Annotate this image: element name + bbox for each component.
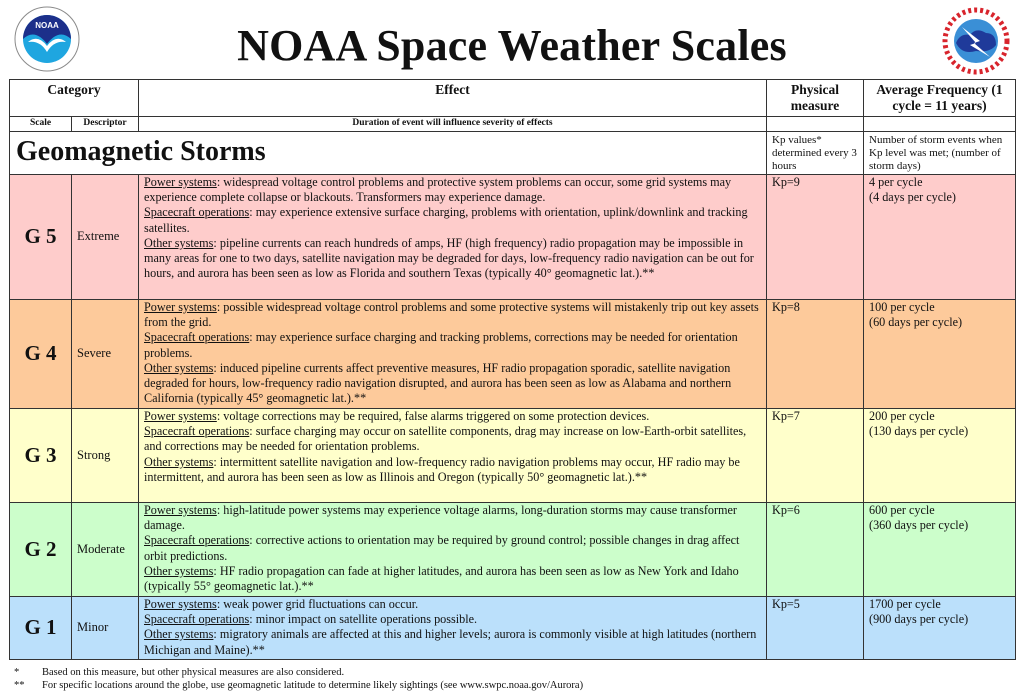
subheader-effect-note: Duration of event will influence severit… xyxy=(138,116,768,132)
footnote-mark: ** xyxy=(14,679,25,691)
table-row-g3: G 3 Strong Power systems: voltage correc… xyxy=(9,408,1017,503)
subheader-row: Scale Descriptor Duration of event will … xyxy=(9,116,1017,132)
effect-text-other: : intermittent satellite navigation and … xyxy=(144,454,740,484)
scale-label: G 2 xyxy=(9,502,72,597)
effect-label-power: Power systems xyxy=(144,300,217,314)
effect-label-other: Other systems xyxy=(144,627,214,642)
effect-text-other: : HF radio propagation can fade at highe… xyxy=(144,563,739,594)
effect-text-other: : pipeline currents can reach hundreds o… xyxy=(144,235,754,281)
footnotes: * Based on this measure, but other physi… xyxy=(14,667,583,692)
frequency-cell: 100 per cycle (60 days per cycle) xyxy=(863,299,1017,409)
effect-label-other: Other systems xyxy=(144,563,214,578)
descriptor-label: Strong xyxy=(70,408,140,503)
subheader-scale: Scale xyxy=(9,116,72,132)
effect-text-power: : weak power grid fluctuations can occur… xyxy=(216,597,419,611)
effect-label-power: Power systems xyxy=(144,503,217,517)
effect-label-spacecraft: Spacecraft operations xyxy=(144,533,250,548)
frequency-cell: 200 per cycle (130 days per cycle) xyxy=(863,408,1017,503)
effect-text-other: : migratory animals are affected at this… xyxy=(144,627,757,657)
effect-label-spacecraft: Spacecraft operations xyxy=(144,205,250,220)
frequency-cell: 1700 per cycle (900 days per cycle) xyxy=(863,596,1017,660)
page-title: NOAA Space Weather Scales xyxy=(237,21,787,70)
descriptor-label: Minor xyxy=(70,596,140,660)
table-row-g4: G 4 Severe Power systems: possible wides… xyxy=(9,299,1017,409)
national-weather-service-logo xyxy=(940,5,1012,77)
footnote-text: Based on this measure, but other physica… xyxy=(42,667,345,678)
section-physical-note: Kp values* determined every 3 hours xyxy=(766,131,865,175)
scales-table: Category Effect Physical measure Average… xyxy=(8,79,1017,660)
effect-cell: Power systems: high-latitude power syste… xyxy=(138,502,768,597)
effect-text-other: : induced pipeline currents affect preve… xyxy=(144,360,732,406)
physical-measure-value: Kp=6 xyxy=(766,502,865,597)
footnote-mark: * xyxy=(14,667,20,678)
physical-measure-value: Kp=9 xyxy=(766,174,865,300)
effect-cell: Power systems: widespread voltage contro… xyxy=(138,174,768,300)
subheader-frequency-empty xyxy=(863,116,1017,132)
descriptor-label: Severe xyxy=(70,299,140,409)
effect-cell: Power systems: voltage corrections may b… xyxy=(138,408,768,503)
effect-text-spacecraft: : minor impact on satellite operations p… xyxy=(249,612,478,627)
effect-label-spacecraft: Spacecraft operations xyxy=(144,330,250,345)
footnote: * Based on this measure, but other physi… xyxy=(14,667,583,680)
effect-label-other: Other systems xyxy=(144,360,214,375)
header-row: Category Effect Physical measure Average… xyxy=(8,79,1017,117)
effect-label-power: Power systems xyxy=(144,597,217,611)
frequency-days: (130 days per cycle) xyxy=(869,424,969,439)
descriptor-label: Moderate xyxy=(70,502,140,597)
effect-label-spacecraft: Spacecraft operations xyxy=(144,612,250,627)
frequency-days: (360 days per cycle) xyxy=(869,518,969,533)
footnote-text: For specific locations around the globe,… xyxy=(42,679,584,691)
frequency-days: (4 days per cycle) xyxy=(869,190,956,205)
frequency-cell: 600 per cycle (360 days per cycle) xyxy=(863,502,1017,597)
section-frequency-note: Number of storm events when Kp level was… xyxy=(863,131,1017,175)
column-header-effect: Effect xyxy=(138,79,768,117)
section-title: Geomagnetic Storms xyxy=(8,131,767,175)
frequency-events: 1700 per cycle xyxy=(869,597,941,611)
frequency-days: (900 days per cycle) xyxy=(869,612,969,627)
scale-label: G 4 xyxy=(9,299,72,409)
effect-text-power: : high-latitude power systems may experi… xyxy=(144,503,737,533)
effect-cell: Power systems: weak power grid fluctuati… xyxy=(138,596,768,660)
effect-label-other: Other systems xyxy=(144,235,214,250)
subheader-descriptor: Descriptor xyxy=(70,116,140,132)
effect-label-power: Power systems xyxy=(144,409,217,423)
physical-measure-value: Kp=8 xyxy=(766,299,865,409)
frequency-events: 100 per cycle xyxy=(869,300,935,314)
effect-text-power: : voltage corrections may be required, f… xyxy=(216,409,650,423)
subheader-physical-empty xyxy=(766,116,865,132)
frequency-days: (60 days per cycle) xyxy=(869,315,963,330)
frequency-events: 200 per cycle xyxy=(869,409,935,423)
effect-label-other: Other systems xyxy=(144,454,214,469)
footnote: ** For specific locations around the glo… xyxy=(14,680,583,693)
frequency-cell: 4 per cycle (4 days per cycle) xyxy=(863,174,1017,300)
effect-cell: Power systems: possible widespread volta… xyxy=(138,299,768,409)
effect-label-power: Power systems xyxy=(144,175,217,189)
frequency-events: 4 per cycle xyxy=(869,175,923,189)
table-row-g1: G 1 Minor Power systems: weak power grid… xyxy=(9,596,1017,660)
table-row-g2: G 2 Moderate Power systems: high-latitud… xyxy=(9,502,1017,597)
column-header-physical-measure: Physical measure xyxy=(766,79,865,117)
section-row: Geomagnetic Storms Kp values* determined… xyxy=(8,131,1017,175)
descriptor-label: Extreme xyxy=(70,174,140,300)
column-header-average-frequency: Average Frequency (1 cycle = 11 years) xyxy=(863,79,1017,117)
effect-text-power: : possible widespread voltage control pr… xyxy=(144,300,759,330)
frequency-events: 600 per cycle xyxy=(869,503,935,517)
effect-label-spacecraft: Spacecraft operations xyxy=(144,424,250,439)
scale-label: G 3 xyxy=(9,408,72,503)
scale-label: G 1 xyxy=(9,596,72,660)
nws-logo-icon xyxy=(942,7,1010,75)
physical-measure-value: Kp=7 xyxy=(766,408,865,503)
scale-label: G 5 xyxy=(9,174,72,300)
physical-measure-value: Kp=5 xyxy=(766,596,865,660)
column-header-category: Category xyxy=(8,79,140,117)
table-row-g5: G 5 Extreme Power systems: widespread vo… xyxy=(9,174,1017,300)
effect-text-power: : widespread voltage control problems an… xyxy=(144,175,732,205)
